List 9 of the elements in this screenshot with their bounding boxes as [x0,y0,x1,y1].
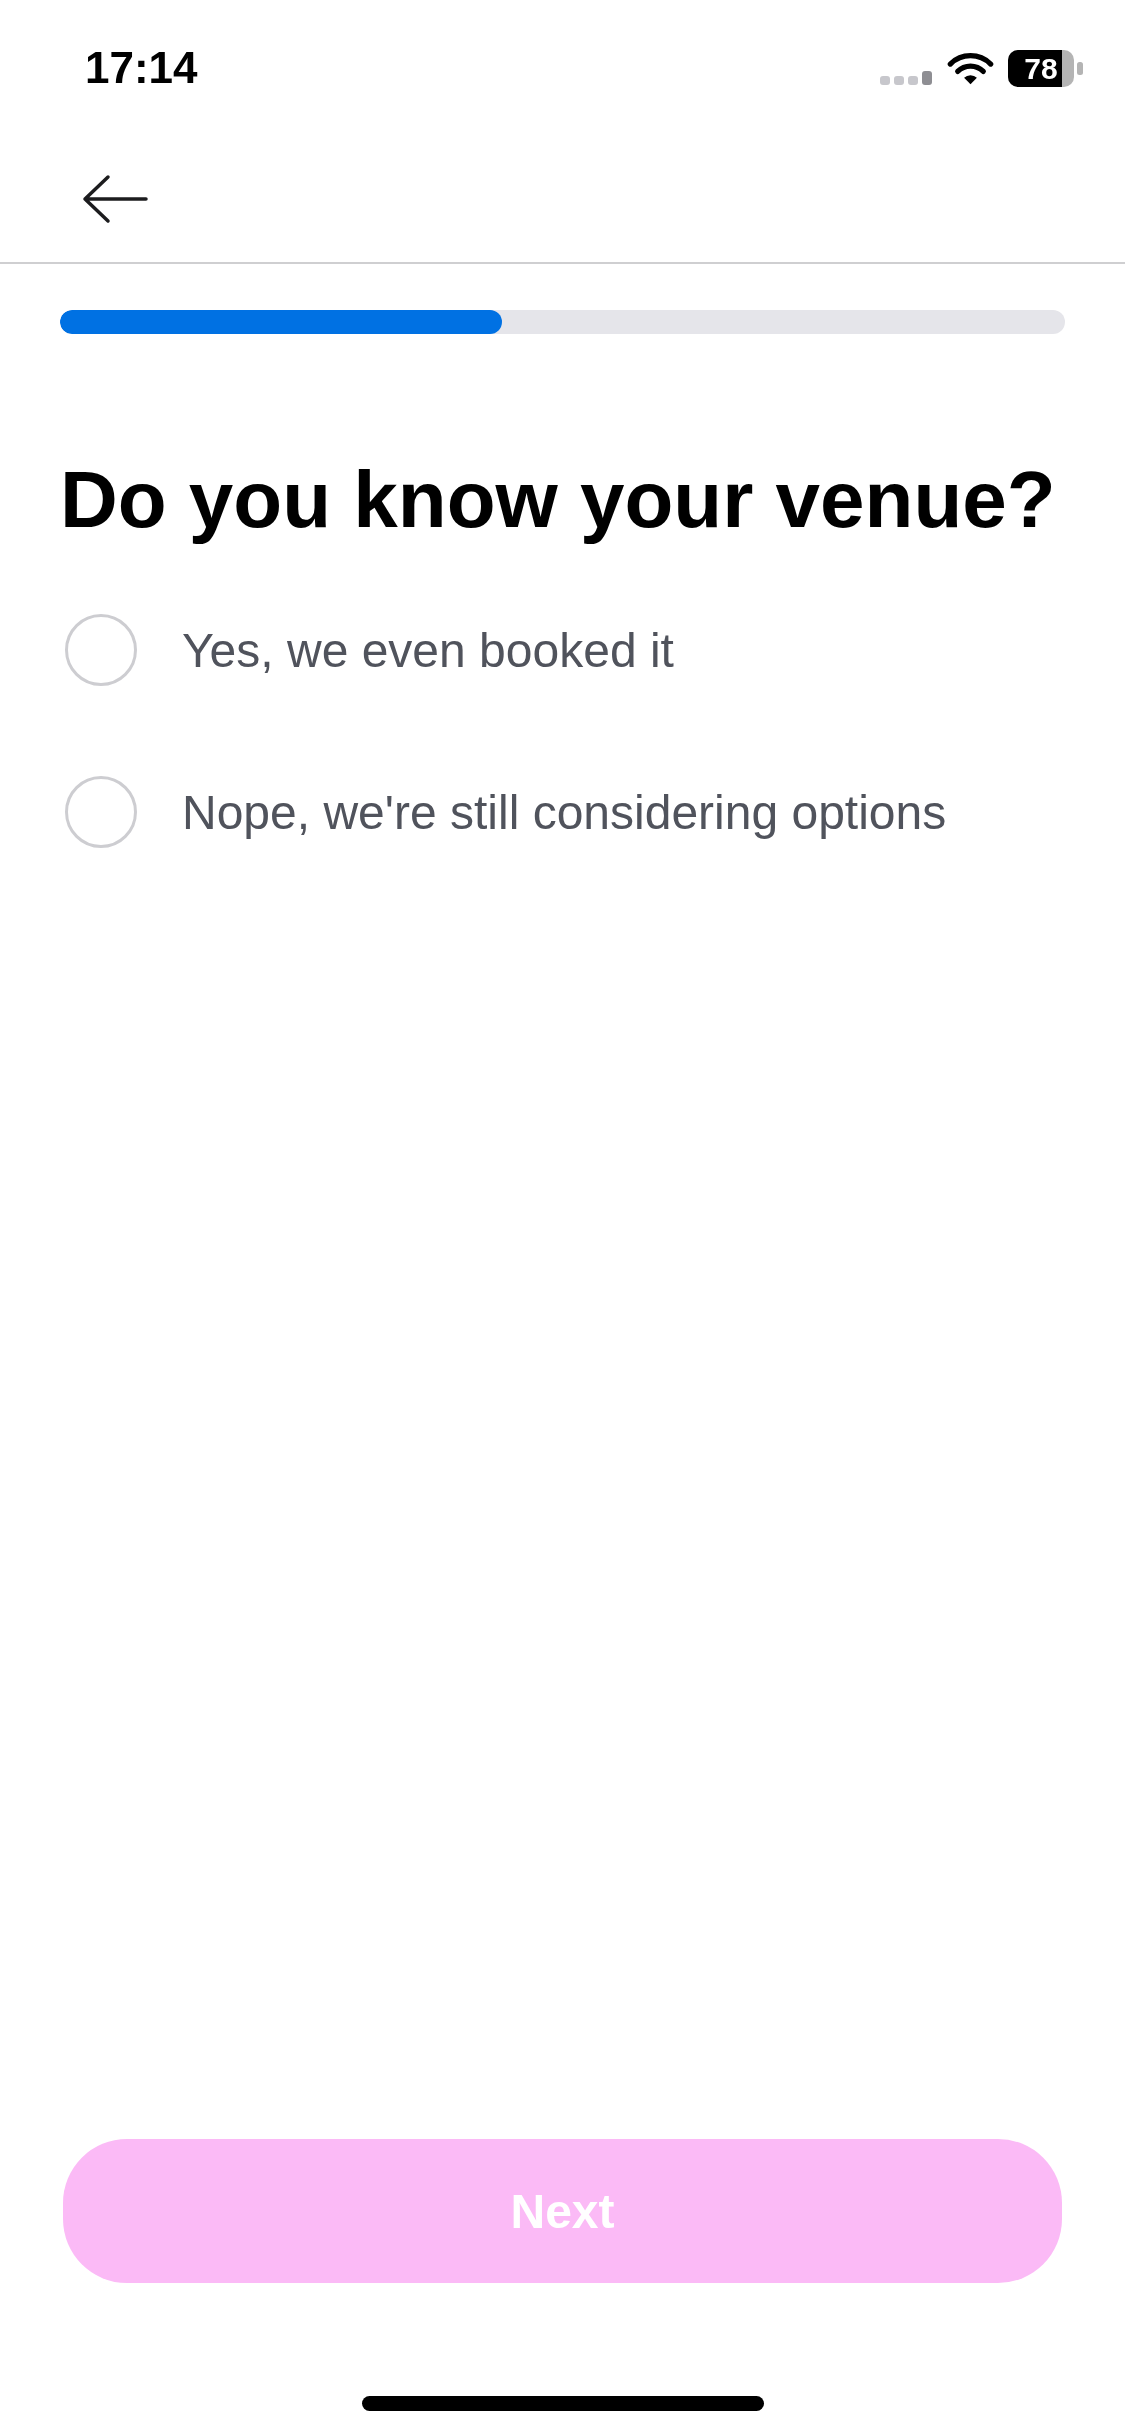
question-title: Do you know your venue? [60,454,1056,546]
signal-icon [880,71,932,85]
status-time: 17:14 [85,46,198,90]
radio-option[interactable]: Nope, we're still considering options [65,752,947,872]
battery-icon [1008,50,1083,87]
wifi-icon [947,52,994,85]
battery-percentage: 78 [1023,53,1059,84]
back-arrow-icon [82,174,148,224]
radio-option[interactable]: Yes, we even booked it [65,590,674,710]
